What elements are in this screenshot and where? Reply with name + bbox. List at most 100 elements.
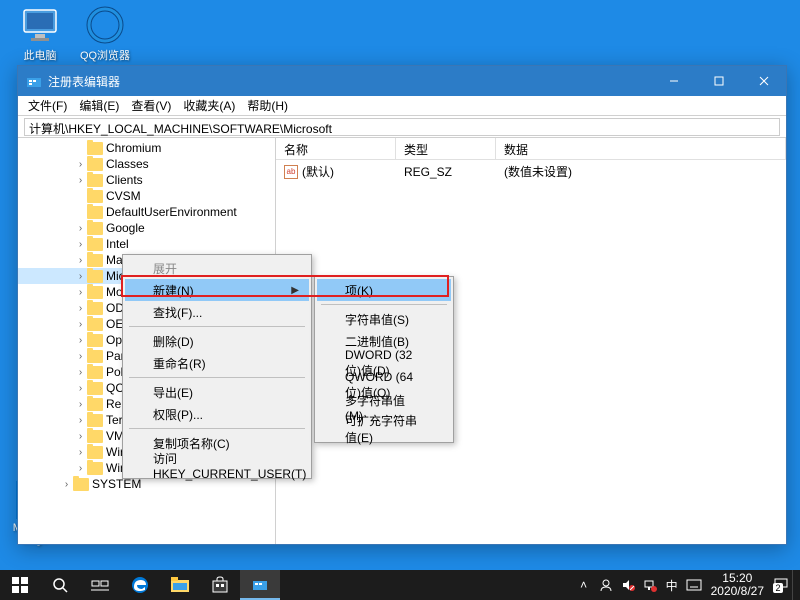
- clock[interactable]: 15:20 2020/8/27: [705, 572, 770, 598]
- folder-icon: [87, 206, 103, 219]
- path-input[interactable]: 计算机\HKEY_LOCAL_MACHINE\SOFTWARE\Microsof…: [24, 118, 780, 136]
- tree-item[interactable]: ›Intel: [18, 236, 275, 252]
- expander-icon[interactable]: ›: [74, 335, 87, 346]
- expander-icon[interactable]: ›: [74, 239, 87, 250]
- tray-keyboard-icon[interactable]: [683, 570, 705, 600]
- taskbar: ˄ 中 15:20 2020/8/27 2: [0, 570, 800, 600]
- menu-separator: [129, 377, 305, 378]
- taskbar-store[interactable]: [200, 570, 240, 600]
- search-button[interactable]: [40, 570, 80, 600]
- menu-item[interactable]: 导出(E): [125, 381, 309, 403]
- expander-icon[interactable]: ›: [74, 399, 87, 410]
- menu-item[interactable]: 重命名(R): [125, 352, 309, 374]
- expander-icon[interactable]: ›: [74, 319, 87, 330]
- string-value-icon: ab: [284, 165, 298, 179]
- menu-item[interactable]: 可扩充字符串值(E): [317, 418, 451, 440]
- folder-icon: [73, 478, 89, 491]
- col-name[interactable]: 名称: [276, 138, 396, 159]
- menu-item-label: 字符串值(S): [345, 311, 409, 328]
- col-type[interactable]: 类型: [396, 138, 496, 159]
- titlebar[interactable]: 注册表编辑器: [18, 66, 786, 96]
- tree-item[interactable]: ›Clients: [18, 172, 275, 188]
- tree-item[interactable]: DefaultUserEnvironment: [18, 204, 275, 220]
- expander-icon[interactable]: ›: [74, 287, 87, 298]
- value-row[interactable]: ab(默认) REG_SZ (数值未设置): [276, 160, 786, 183]
- menu-item[interactable]: 项(K): [317, 279, 451, 301]
- menu-item-label: 展开: [153, 260, 177, 277]
- action-center-icon[interactable]: 2: [770, 570, 792, 600]
- menu-separator: [321, 304, 447, 305]
- tray-volume-icon[interactable]: [617, 570, 639, 600]
- tree-label: SYSTEM: [92, 477, 141, 491]
- expander-icon[interactable]: ›: [74, 175, 87, 186]
- tree-label: OE: [106, 317, 123, 331]
- tray-ime[interactable]: 中: [661, 570, 683, 600]
- context-menu: 展开新建(N)▶ 查找(F)... 删除(D)重命名(R) 导出(E) 权限(P)...…: [122, 254, 312, 479]
- tree-item[interactable]: Chromium: [18, 140, 275, 156]
- menu-favorites[interactable]: 收藏夹(A): [177, 95, 241, 116]
- folder-icon: [87, 446, 103, 459]
- menu-item-label: 访问 HKEY_CURRENT_USER(T): [153, 450, 306, 481]
- column-headers: 名称 类型 数据: [276, 138, 786, 160]
- context-submenu-new: 项(K)字符串值(S)二进制值(B)DWORD (32 位)值(D)QWORD …: [314, 276, 454, 443]
- menu-item[interactable]: 字符串值(S): [317, 308, 451, 330]
- folder-icon: [87, 350, 103, 363]
- menu-item-label: 查找(F)...: [153, 304, 202, 321]
- maximize-button[interactable]: [696, 66, 741, 96]
- tree-item[interactable]: › Classes: [18, 156, 275, 172]
- desktop-icon-qq-browser[interactable]: QQ浏览器: [75, 5, 135, 63]
- expander-icon[interactable]: ›: [74, 367, 87, 378]
- folder-icon: [87, 174, 103, 187]
- value-type: REG_SZ: [396, 162, 496, 181]
- expander-icon[interactable]: ›: [74, 463, 87, 474]
- expander-icon[interactable]: ›: [74, 255, 87, 266]
- tray-people-icon[interactable]: [595, 570, 617, 600]
- task-view-button[interactable]: [80, 570, 120, 600]
- expander-icon[interactable]: ›: [74, 223, 87, 234]
- folder-icon: [87, 462, 103, 475]
- menu-file[interactable]: 文件(F): [22, 95, 73, 116]
- close-button[interactable]: [741, 66, 786, 96]
- menu-item[interactable]: 删除(D): [125, 330, 309, 352]
- menu-item[interactable]: 权限(P)...: [125, 403, 309, 425]
- tray-network-icon[interactable]: [639, 570, 661, 600]
- expander-icon[interactable]: ›: [74, 271, 87, 282]
- tree-label: Google: [106, 221, 145, 235]
- minimize-button[interactable]: [651, 66, 696, 96]
- expander-icon[interactable]: ›: [74, 303, 87, 314]
- tree-item[interactable]: CVSM: [18, 188, 275, 204]
- tree-item[interactable]: › Google: [18, 220, 275, 236]
- desktop-icon-this-pc[interactable]: 此电脑: [10, 5, 70, 63]
- expander-icon[interactable]: ›: [74, 351, 87, 362]
- pc-icon: [20, 5, 60, 45]
- expander-icon[interactable]: ›: [60, 479, 73, 490]
- start-button[interactable]: [0, 570, 40, 600]
- taskbar-explorer[interactable]: [160, 570, 200, 600]
- taskbar-edge[interactable]: [120, 570, 160, 600]
- menu-view[interactable]: 查看(V): [125, 95, 177, 116]
- expander-icon[interactable]: ›: [74, 431, 87, 442]
- expander-icon[interactable]: ›: [74, 159, 87, 170]
- folder-icon: [87, 430, 103, 443]
- folder-icon: [87, 302, 103, 315]
- menu-item[interactable]: 查找(F)...: [125, 301, 309, 323]
- tree-label: Re: [106, 397, 121, 411]
- show-desktop-button[interactable]: [792, 570, 798, 600]
- taskbar-regedit[interactable]: [240, 570, 280, 600]
- expander-icon[interactable]: ›: [74, 415, 87, 426]
- clock-date: 2020/8/27: [711, 585, 764, 598]
- expander-icon[interactable]: ›: [74, 383, 87, 394]
- menu-item[interactable]: 新建(N)▶: [125, 279, 309, 301]
- menu-item-label: 可扩充字符串值(E): [345, 412, 421, 446]
- col-data[interactable]: 数据: [496, 138, 786, 159]
- tray-chevron-up-icon[interactable]: ˄: [573, 570, 595, 600]
- menu-edit[interactable]: 编辑(E): [73, 95, 125, 116]
- menu-help[interactable]: 帮助(H): [241, 95, 294, 116]
- tree-label: Ter: [106, 413, 123, 427]
- expander-icon[interactable]: ›: [74, 447, 87, 458]
- folder-icon: [87, 366, 103, 379]
- tree-label: Mo: [106, 285, 123, 299]
- tree-label: Classes: [106, 157, 149, 171]
- menu-item[interactable]: 访问 HKEY_CURRENT_USER(T): [125, 454, 309, 476]
- menu-item-label: 权限(P)...: [153, 406, 203, 423]
